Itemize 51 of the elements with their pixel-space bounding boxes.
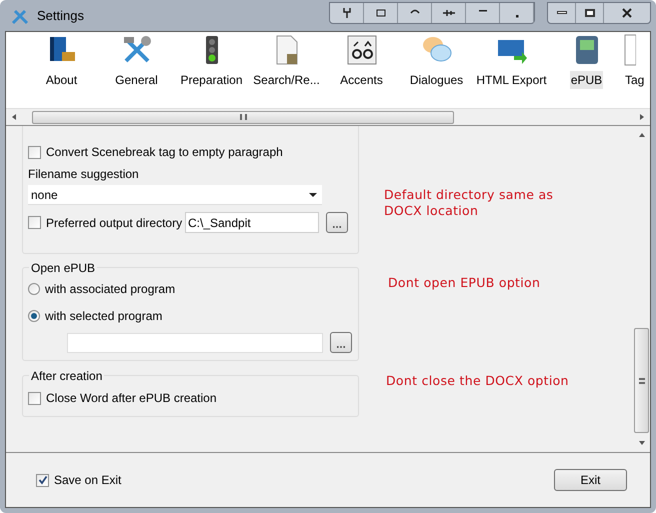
checkbox-label: Save on Exit — [54, 472, 122, 489]
radio-label: with selected program — [45, 308, 162, 325]
close-icon — [622, 8, 632, 18]
checkbox-label: Close Word after ePUB creation — [46, 390, 217, 407]
scroll-down-icon[interactable] — [638, 441, 644, 445]
toolbar-label: General — [114, 72, 159, 89]
scrollbar-thumb[interactable] — [32, 110, 454, 124]
toolbar-item[interactable]: Accents — [324, 32, 399, 108]
annotation-note: Dont close the DOCX option — [386, 372, 569, 390]
dropdown-caret-icon — [309, 192, 317, 196]
toolbar-item[interactable]: Search/Re... — [249, 32, 324, 108]
toolbar-item[interactable]: Tag — [624, 32, 650, 108]
radio-button[interactable] — [28, 283, 40, 295]
scroll-up-icon[interactable] — [638, 133, 644, 137]
scrollbar-thumb[interactable] — [634, 328, 649, 433]
checkbox[interactable] — [36, 474, 49, 486]
field-label: Filename suggestion — [28, 166, 140, 183]
window-title: Settings — [37, 6, 84, 25]
radio-button[interactable] — [28, 310, 40, 322]
exit-button[interactable]: Exit — [554, 469, 627, 491]
toolbar-item[interactable]: ePUB — [549, 32, 624, 108]
toolbar-label: HTML Export — [475, 72, 548, 89]
checkbox-label: Convert Scenebreak tag to empty paragraph — [46, 144, 283, 161]
toolbar-label: Preparation — [179, 72, 244, 89]
scroll-right-icon[interactable] — [640, 114, 644, 120]
checkbox[interactable] — [28, 146, 41, 158]
checkbox[interactable] — [28, 392, 41, 404]
annotation-note: Default directory same as DOCX location — [384, 187, 554, 219]
scroll-left-icon[interactable] — [12, 114, 16, 120]
toolbar-label: ePUB — [570, 71, 604, 89]
toolbar-label: Search/Re... — [252, 72, 321, 89]
toolbar-label: Accents — [339, 72, 384, 89]
directory-field[interactable]: C:\_Sandpit — [185, 212, 319, 233]
browse-button[interactable] — [330, 332, 352, 353]
toolbar-item[interactable]: General — [99, 32, 174, 108]
accents-icon — [346, 34, 378, 66]
dropdown[interactable]: none — [28, 185, 322, 205]
browse-button[interactable] — [326, 212, 348, 233]
toolbar-item[interactable]: About — [24, 32, 99, 108]
checkbox-label: Preferred output directory — [46, 214, 182, 232]
toolbar-item[interactable]: HTML Export — [474, 32, 549, 108]
horizontal-scrollbar[interactable] — [6, 108, 650, 125]
program-path-field[interactable] — [67, 332, 323, 352]
toolbar-label: About — [44, 72, 78, 89]
radio-label: with associated program — [45, 281, 176, 298]
toolbar-label: Tag — [624, 72, 646, 89]
toolbar-label: Dialogues — [408, 72, 464, 89]
checkbox[interactable] — [28, 216, 41, 229]
toolbar-item[interactable]: Dialogues — [399, 32, 474, 108]
annotation-note: Dont open EPUB option — [388, 274, 542, 292]
toolbar-item[interactable]: Preparation — [174, 32, 249, 108]
